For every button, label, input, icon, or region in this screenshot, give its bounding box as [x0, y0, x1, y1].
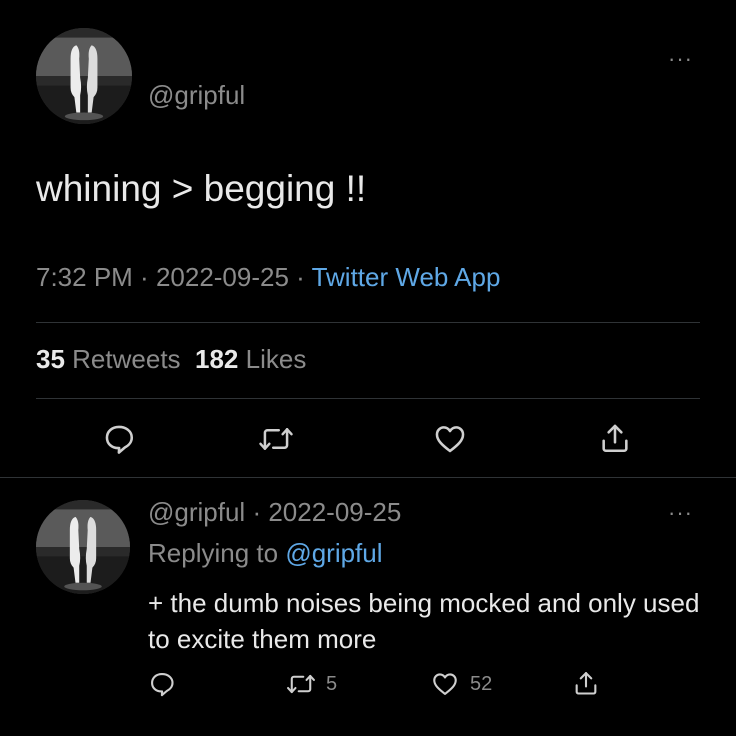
reply-retweet-count: 5	[326, 672, 338, 695]
avatar-image	[36, 28, 132, 124]
likes-stat[interactable]: 182 Likes	[195, 344, 306, 374]
reply-text: + the dumb noises being mocked and only …	[148, 588, 700, 654]
meta-separator: ·	[288, 262, 312, 292]
replying-prefix: Replying to	[148, 538, 286, 568]
tweet-time[interactable]: 7:32 PM	[36, 262, 133, 292]
retweets-label: Retweets	[72, 344, 181, 374]
avatar[interactable]	[36, 28, 132, 124]
retweet-button[interactable]	[258, 422, 294, 456]
divider	[36, 398, 700, 399]
likes-count: 182	[195, 344, 239, 374]
reply-icon	[151, 673, 174, 697]
divider	[36, 322, 700, 323]
tweet-date[interactable]: 2022-09-25	[156, 262, 289, 292]
more-options-icon[interactable]: ···	[668, 46, 693, 72]
divider	[0, 477, 736, 478]
tweet-text: whining > begging !!	[36, 168, 367, 209]
reply-button[interactable]	[102, 422, 136, 456]
meta-separator: ·	[132, 262, 156, 292]
replying-handle[interactable]: @gripful	[285, 538, 382, 568]
reply-share-button[interactable]	[572, 668, 600, 698]
retweet-icon	[287, 674, 315, 694]
likes-label: Likes	[245, 344, 307, 374]
tweet-stats: 35 Retweets 182 Likes	[36, 344, 306, 375]
author-handle[interactable]: @gripful	[148, 80, 245, 111]
retweets-count: 35	[36, 344, 65, 374]
tweet-meta: 7:32 PM · 2022-09-25 · Twitter Web App	[36, 262, 500, 293]
reply-like-button[interactable]: 52	[430, 670, 492, 698]
replying-to: Replying to @gripful	[148, 538, 383, 569]
reply-date[interactable]: 2022-09-25	[268, 497, 401, 527]
tweet-source[interactable]: Twitter Web App	[312, 262, 501, 292]
reply-avatar[interactable]	[36, 500, 130, 594]
share-button[interactable]	[598, 420, 632, 456]
heart-icon	[433, 673, 457, 695]
reply-more-options-icon[interactable]: ···	[668, 500, 693, 526]
share-icon	[575, 672, 597, 695]
heart-icon	[435, 426, 465, 453]
reply-retweet-button[interactable]: 5	[286, 670, 337, 698]
meta-separator: ·	[245, 497, 269, 527]
reply-like-count: 52	[470, 672, 493, 695]
share-icon	[602, 424, 628, 453]
retweets-stat[interactable]: 35 Retweets	[36, 344, 181, 374]
like-button[interactable]	[432, 422, 468, 456]
reply-reply-button[interactable]	[148, 670, 176, 698]
reply-handle[interactable]: @gripful	[148, 497, 245, 527]
avatar-image	[36, 500, 130, 594]
reply-header: @gripful · 2022-09-25	[148, 497, 401, 528]
reply-icon	[105, 425, 134, 454]
retweet-icon	[259, 428, 293, 450]
